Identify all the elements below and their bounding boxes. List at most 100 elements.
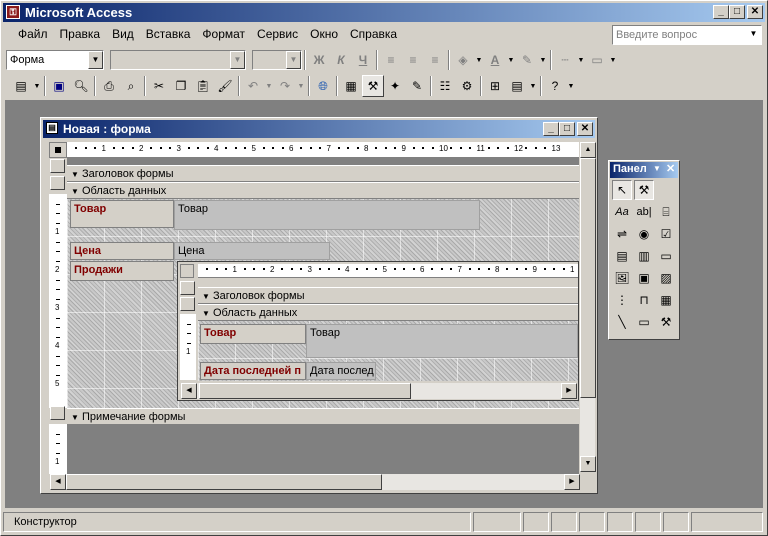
field-label-tovar[interactable]: Товар	[70, 200, 174, 228]
menu-window[interactable]: Окно	[304, 24, 344, 44]
chevron-down-icon[interactable]: ▼	[506, 49, 516, 71]
menu-tools[interactable]: Сервис	[251, 24, 304, 44]
underline-button[interactable]: Ч	[352, 49, 374, 71]
tab-control-icon[interactable]: ⊓	[634, 290, 654, 310]
chevron-down-icon[interactable]: ▼	[576, 49, 586, 71]
menu-help[interactable]: Справка	[344, 24, 403, 44]
vertical-ruler[interactable]: 1 2 3 4 5 1	[49, 158, 67, 488]
menu-edit[interactable]: Правка	[54, 24, 107, 44]
subform-detail-section-bar[interactable]: ▼ Область данных	[198, 304, 578, 321]
more-controls-icon[interactable]: ⚒	[656, 312, 676, 332]
format-painter-icon[interactable]: 🖌︎	[214, 75, 236, 97]
line-tool-icon[interactable]: ╲	[612, 312, 632, 332]
save-icon[interactable]: ▣	[48, 75, 70, 97]
font-size-combo[interactable]: ▼	[252, 50, 302, 70]
option-group-icon[interactable]: ⌸	[656, 202, 676, 222]
label-tool-icon[interactable]: Aa	[612, 202, 632, 222]
subform-header-section-bar[interactable]: ▼ Заголовок формы	[198, 287, 578, 304]
subform-icon[interactable]: ▦	[656, 290, 676, 310]
maximize-button[interactable]: □	[729, 5, 745, 19]
minimize-button[interactable]: _	[713, 5, 729, 19]
paste-icon[interactable]: 📋︎	[192, 75, 214, 97]
database-window-icon[interactable]: ⊞	[484, 75, 506, 97]
subform-label-tovar[interactable]: Товар	[200, 324, 306, 344]
chevron-down-icon[interactable]: ▼	[230, 51, 245, 69]
image-icon[interactable]: 🖼︎	[612, 268, 632, 288]
code-icon[interactable]: ✎	[406, 75, 428, 97]
line-width-icon[interactable]: ┄	[554, 49, 576, 71]
menu-insert[interactable]: Вставка	[140, 24, 197, 44]
chevron-down-icon[interactable]: ▼	[653, 164, 661, 173]
command-button-icon[interactable]: ▭	[656, 246, 676, 266]
chevron-down-icon[interactable]: ▼	[538, 49, 548, 71]
menu-view[interactable]: Вид	[106, 24, 140, 44]
subform-label-last-date[interactable]: Дата последней п	[200, 362, 306, 380]
subform-control[interactable]: 1 2 3 4 5 6 7 8 9 1 1 ▼ Заголовок формы ▼ Область…	[177, 261, 579, 401]
form-horizontal-scrollbar[interactable]: ◀ ▶	[49, 474, 580, 490]
font-color-button[interactable]: A	[484, 49, 506, 71]
list-box-icon[interactable]: ▥	[634, 246, 654, 266]
form-minimize-button[interactable]: _	[543, 122, 559, 136]
bold-button[interactable]: Ж	[308, 49, 330, 71]
align-left-icon[interactable]: ≡	[380, 49, 402, 71]
subform-detail-selector[interactable]	[180, 297, 195, 311]
subform-scroll-thumb[interactable]	[199, 383, 411, 399]
file-search-icon[interactable]: 🔍︎	[70, 75, 92, 97]
form-maximize-button[interactable]: □	[559, 122, 575, 136]
help-icon[interactable]: ?	[544, 75, 566, 97]
subform-selector[interactable]	[180, 264, 194, 278]
subform-horizontal-ruler[interactable]: 1 2 3 4 5 6 7 8 9 1	[198, 264, 578, 278]
print-preview-icon[interactable]: ⌕	[120, 75, 142, 97]
view-icon[interactable]: ▤	[10, 75, 32, 97]
object-combo[interactable]: Форма ▼	[6, 50, 104, 70]
scroll-left-arrow-icon[interactable]: ◀	[181, 383, 197, 399]
chevron-down-icon[interactable]: ▼	[32, 75, 42, 97]
field-label-prodazhi[interactable]: Продажи	[70, 261, 174, 281]
form-hscroll-thumb[interactable]	[66, 474, 382, 490]
scroll-down-arrow-icon[interactable]: ▼	[580, 456, 596, 472]
menu-file[interactable]: Файл	[12, 24, 54, 44]
scroll-left-arrow-icon[interactable]: ◀	[50, 474, 66, 490]
close-button[interactable]: ✕	[747, 5, 763, 19]
print-icon[interactable]: ⎙	[98, 75, 120, 97]
detail-section-selector[interactable]	[50, 176, 65, 190]
redo-icon[interactable]: ↷	[274, 75, 296, 97]
field-textbox-cena[interactable]: Цена	[174, 242, 330, 260]
detail-section-bar[interactable]: ▼ Область данных	[67, 182, 579, 199]
fill-color-icon[interactable]: ◈	[452, 49, 474, 71]
page-break-icon[interactable]: ⋮	[612, 290, 632, 310]
special-effect-icon[interactable]: ▭	[586, 49, 608, 71]
subform-textbox-last-date[interactable]: Дата послед	[306, 362, 376, 380]
build-icon[interactable]: ⚙	[456, 75, 478, 97]
cut-icon[interactable]: ✂	[148, 75, 170, 97]
select-objects-icon[interactable]: ↖	[612, 180, 632, 200]
chevron-down-icon[interactable]: ▼	[566, 75, 576, 97]
header-section-selector[interactable]	[50, 159, 65, 173]
undo-icon[interactable]: ↶	[242, 75, 264, 97]
rectangle-tool-icon[interactable]: ▭	[634, 312, 654, 332]
form-vscroll-thumb[interactable]	[580, 158, 596, 398]
align-center-icon[interactable]: ≡	[402, 49, 424, 71]
control-wizards-icon[interactable]: ⚒	[634, 180, 654, 200]
checkbox-icon[interactable]: ☑	[656, 224, 676, 244]
form-footer-section-bar[interactable]: ▼ Примечание формы	[67, 408, 579, 425]
form-window-title-bar[interactable]: ▤ Новая : форма _ □ ✕	[43, 120, 595, 138]
line-color-icon[interactable]: ✎	[516, 49, 538, 71]
subform-horizontal-scrollbar[interactable]: ◀ ▶	[180, 383, 577, 399]
field-label-cena[interactable]: Цена	[70, 242, 174, 260]
form-vertical-scrollbar[interactable]: ▲ ▼	[579, 142, 596, 472]
form-header-section-bar[interactable]: ▼ Заголовок формы	[67, 165, 579, 182]
toolbox-close-icon[interactable]: ✕	[666, 162, 675, 175]
chevron-down-icon[interactable]: ▼	[88, 51, 103, 69]
menu-format[interactable]: Формат	[196, 24, 251, 44]
properties-icon[interactable]: ☷	[434, 75, 456, 97]
toolbox-title-bar[interactable]: Панел ▼ ✕	[610, 162, 678, 178]
autoformat-icon[interactable]: ✦	[384, 75, 406, 97]
copy-icon[interactable]: ❐	[170, 75, 192, 97]
chevron-down-icon[interactable]: ▼	[474, 49, 484, 71]
help-question-box[interactable]: Введите вопрос ▼	[612, 25, 762, 45]
bound-object-icon[interactable]: ▨	[656, 268, 676, 288]
chevron-down-icon[interactable]: ▼	[264, 75, 274, 97]
subform-textbox-tovar[interactable]: Товар	[306, 324, 578, 358]
align-right-icon[interactable]: ≡	[424, 49, 446, 71]
